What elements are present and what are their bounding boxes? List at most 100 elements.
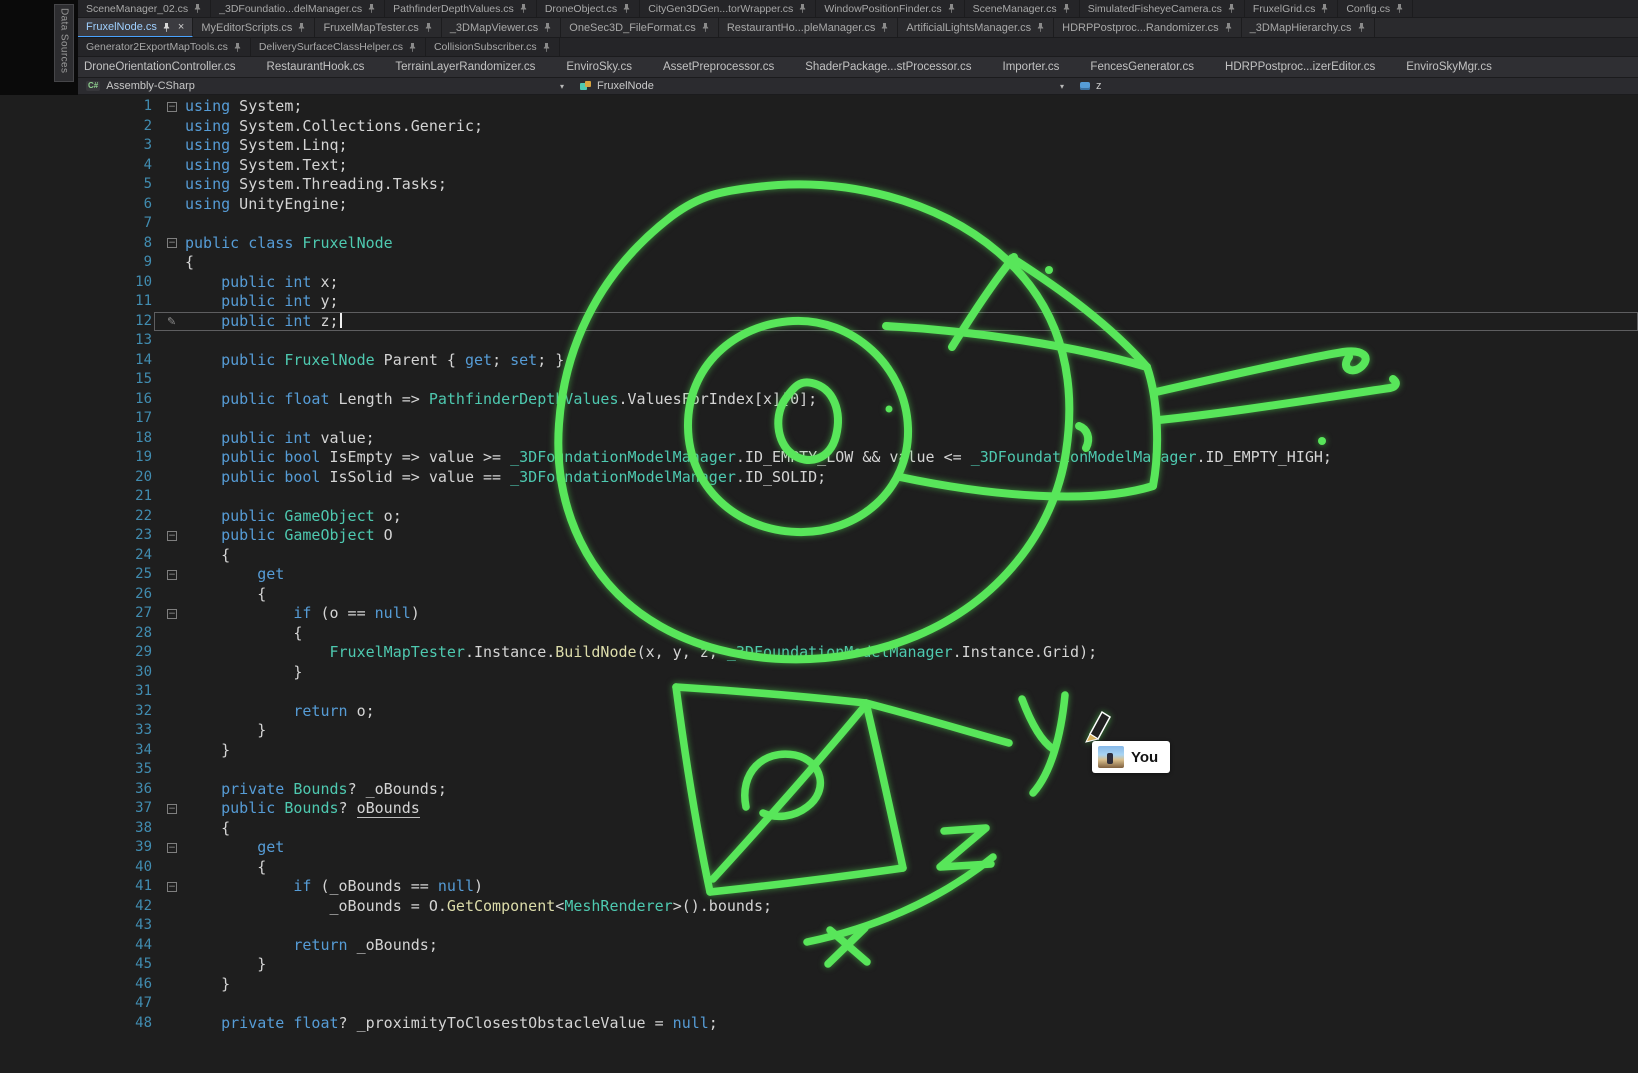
pin-icon[interactable] — [701, 22, 710, 33]
code-editor[interactable]: 1−using System;2using System.Collections… — [0, 95, 1638, 1073]
code-line[interactable]: 43 — [0, 916, 1638, 936]
code-line[interactable]: 16 public float Length => PathfinderDept… — [0, 390, 1638, 410]
code-line[interactable]: 18 public int value; — [0, 429, 1638, 449]
editor-tab[interactable]: DroneOrientationController.cs — [78, 57, 242, 77]
code-line[interactable]: 35 — [0, 760, 1638, 780]
pin-icon[interactable] — [1062, 3, 1071, 14]
editor-tab[interactable]: SceneManager.cs — [965, 0, 1080, 17]
code-line[interactable]: 5using System.Threading.Tasks; — [0, 175, 1638, 195]
code-line[interactable]: 8−public class FruxelNode — [0, 234, 1638, 254]
fold-collapse-icon[interactable]: − — [167, 804, 177, 814]
editor-tab[interactable]: SceneManager_02.cs — [78, 0, 211, 17]
code-line[interactable]: 20 public bool IsSolid => value == _3DFo… — [0, 468, 1638, 488]
editor-tab[interactable]: DroneObject.cs — [537, 0, 640, 17]
pin-icon[interactable] — [367, 3, 376, 14]
code-line[interactable]: 10 public int x; — [0, 273, 1638, 293]
project-dropdown[interactable]: C# Assembly-CSharp ▾ — [78, 78, 572, 94]
pin-icon[interactable] — [880, 22, 889, 33]
editor-tab[interactable]: HDRPPostproc...Randomizer.cs — [1054, 18, 1242, 37]
fold-collapse-icon[interactable]: − — [167, 882, 177, 892]
pin-icon[interactable] — [1357, 22, 1366, 33]
editor-tab[interactable]: OneSec3D_FileFormat.cs — [561, 18, 719, 37]
editor-tab[interactable]: MyEditorScripts.cs — [193, 18, 315, 37]
editor-tab[interactable]: FruxelGrid.cs — [1245, 0, 1338, 17]
type-dropdown[interactable]: FruxelNode ▾ — [572, 78, 1072, 94]
code-line[interactable]: 23− public GameObject O — [0, 526, 1638, 546]
editor-tab[interactable]: HDRPPostproc...izerEditor.cs — [1219, 57, 1381, 77]
editor-tab[interactable]: CityGen3DGen...torWrapper.cs — [640, 0, 816, 17]
editor-tab[interactable]: FruxelMapTester.cs — [315, 18, 441, 37]
code-line[interactable]: 39− get — [0, 838, 1638, 858]
pin-icon[interactable] — [1036, 22, 1045, 33]
code-line[interactable]: 46 } — [0, 975, 1638, 995]
code-line[interactable]: 13 — [0, 331, 1638, 351]
code-line[interactable]: 1−using System; — [0, 97, 1638, 117]
fold-collapse-icon[interactable]: − — [167, 102, 177, 112]
fold-collapse-icon[interactable]: − — [167, 570, 177, 580]
code-line[interactable]: 12✎ public int z; — [0, 312, 1638, 332]
editor-tab[interactable]: ArtificialLightsManager.cs — [898, 18, 1054, 37]
code-line[interactable]: 32 return o; — [0, 702, 1638, 722]
code-line[interactable]: 37− public Bounds? oBounds — [0, 799, 1638, 819]
code-line[interactable]: 19 public bool IsEmpty => value >= _3DFo… — [0, 448, 1638, 468]
code-line[interactable]: 17 — [0, 409, 1638, 429]
fold-collapse-icon[interactable]: − — [167, 609, 177, 619]
pin-icon[interactable] — [1320, 3, 1329, 14]
code-line[interactable]: 6using UnityEngine; — [0, 195, 1638, 215]
close-tab-button[interactable]: × — [178, 21, 184, 33]
editor-tab[interactable]: EnviroSkyMgr.cs — [1400, 57, 1498, 77]
editor-tab[interactable]: Config.cs — [1338, 0, 1413, 17]
editor-tab[interactable]: Importer.cs — [997, 57, 1066, 77]
code-line[interactable]: 28 { — [0, 624, 1638, 644]
editor-tab[interactable]: FruxelNode.cs× — [78, 18, 193, 37]
editor-tab[interactable]: TerrainLayerRandomizer.cs — [389, 57, 541, 77]
code-line[interactable]: 21 — [0, 487, 1638, 507]
editor-tab[interactable]: _3DMapViewer.cs — [442, 18, 561, 37]
code-line[interactable]: 24 { — [0, 546, 1638, 566]
pin-icon[interactable] — [162, 22, 171, 33]
code-line[interactable]: 45 } — [0, 955, 1638, 975]
code-line[interactable]: 33 } — [0, 721, 1638, 741]
code-line[interactable]: 42 _oBounds = O.GetComponent<MeshRendere… — [0, 897, 1638, 917]
editor-tab[interactable]: SimulatedFisheyeCamera.cs — [1080, 0, 1245, 17]
code-line[interactable]: 31 — [0, 682, 1638, 702]
data-sources-vertical-tab[interactable]: Data Sources — [54, 4, 74, 82]
editor-tab[interactable]: Generator2ExportMapTools.cs — [78, 38, 251, 56]
code-line[interactable]: 7 — [0, 214, 1638, 234]
pin-icon[interactable] — [408, 42, 417, 53]
editor-tab[interactable]: AssetPreprocessor.cs — [657, 57, 780, 77]
code-line[interactable]: 11 public int y; — [0, 292, 1638, 312]
code-line[interactable]: 14 public FruxelNode Parent { get; set; … — [0, 351, 1638, 371]
code-line[interactable]: 25− get — [0, 565, 1638, 585]
code-line[interactable]: 40 { — [0, 858, 1638, 878]
code-line[interactable]: 27− if (o == null) — [0, 604, 1638, 624]
pin-icon[interactable] — [424, 22, 433, 33]
editor-tab[interactable]: _3DMapHierarchy.cs — [1242, 18, 1375, 37]
code-line[interactable]: 41− if (_oBounds == null) — [0, 877, 1638, 897]
code-line[interactable]: 36 private Bounds? _oBounds; — [0, 780, 1638, 800]
pin-icon[interactable] — [543, 22, 552, 33]
code-line[interactable]: 9{ — [0, 253, 1638, 273]
editor-tab[interactable]: EnviroSky.cs — [560, 57, 638, 77]
code-line[interactable]: 3using System.Linq; — [0, 136, 1638, 156]
fold-collapse-icon[interactable]: − — [167, 843, 177, 853]
code-line[interactable]: 38 { — [0, 819, 1638, 839]
editor-tab[interactable]: ShaderPackage...stProcessor.cs — [799, 57, 977, 77]
pin-icon[interactable] — [622, 3, 631, 14]
fold-collapse-icon[interactable]: − — [167, 238, 177, 248]
pin-icon[interactable] — [542, 42, 551, 53]
pin-icon[interactable] — [947, 3, 956, 14]
editor-tab[interactable]: RestaurantHook.cs — [261, 57, 371, 77]
pin-icon[interactable] — [1227, 3, 1236, 14]
code-line[interactable]: 30 } — [0, 663, 1638, 683]
editor-tab[interactable]: WindowPositionFinder.cs — [816, 0, 964, 17]
code-line[interactable]: 48 private float? _proximityToClosestObs… — [0, 1014, 1638, 1034]
editor-tab[interactable]: FencesGenerator.cs — [1084, 57, 1200, 77]
code-line[interactable]: 29 FruxelMapTester.Instance.BuildNode(x,… — [0, 643, 1638, 663]
editor-tab[interactable]: DeliverySurfaceClassHelper.cs — [251, 38, 426, 56]
pin-icon[interactable] — [1224, 22, 1233, 33]
editor-tab[interactable]: PathfinderDepthValues.cs — [385, 0, 537, 17]
code-line[interactable]: 34 } — [0, 741, 1638, 761]
code-line[interactable]: 22 public GameObject o; — [0, 507, 1638, 527]
pin-icon[interactable] — [519, 3, 528, 14]
